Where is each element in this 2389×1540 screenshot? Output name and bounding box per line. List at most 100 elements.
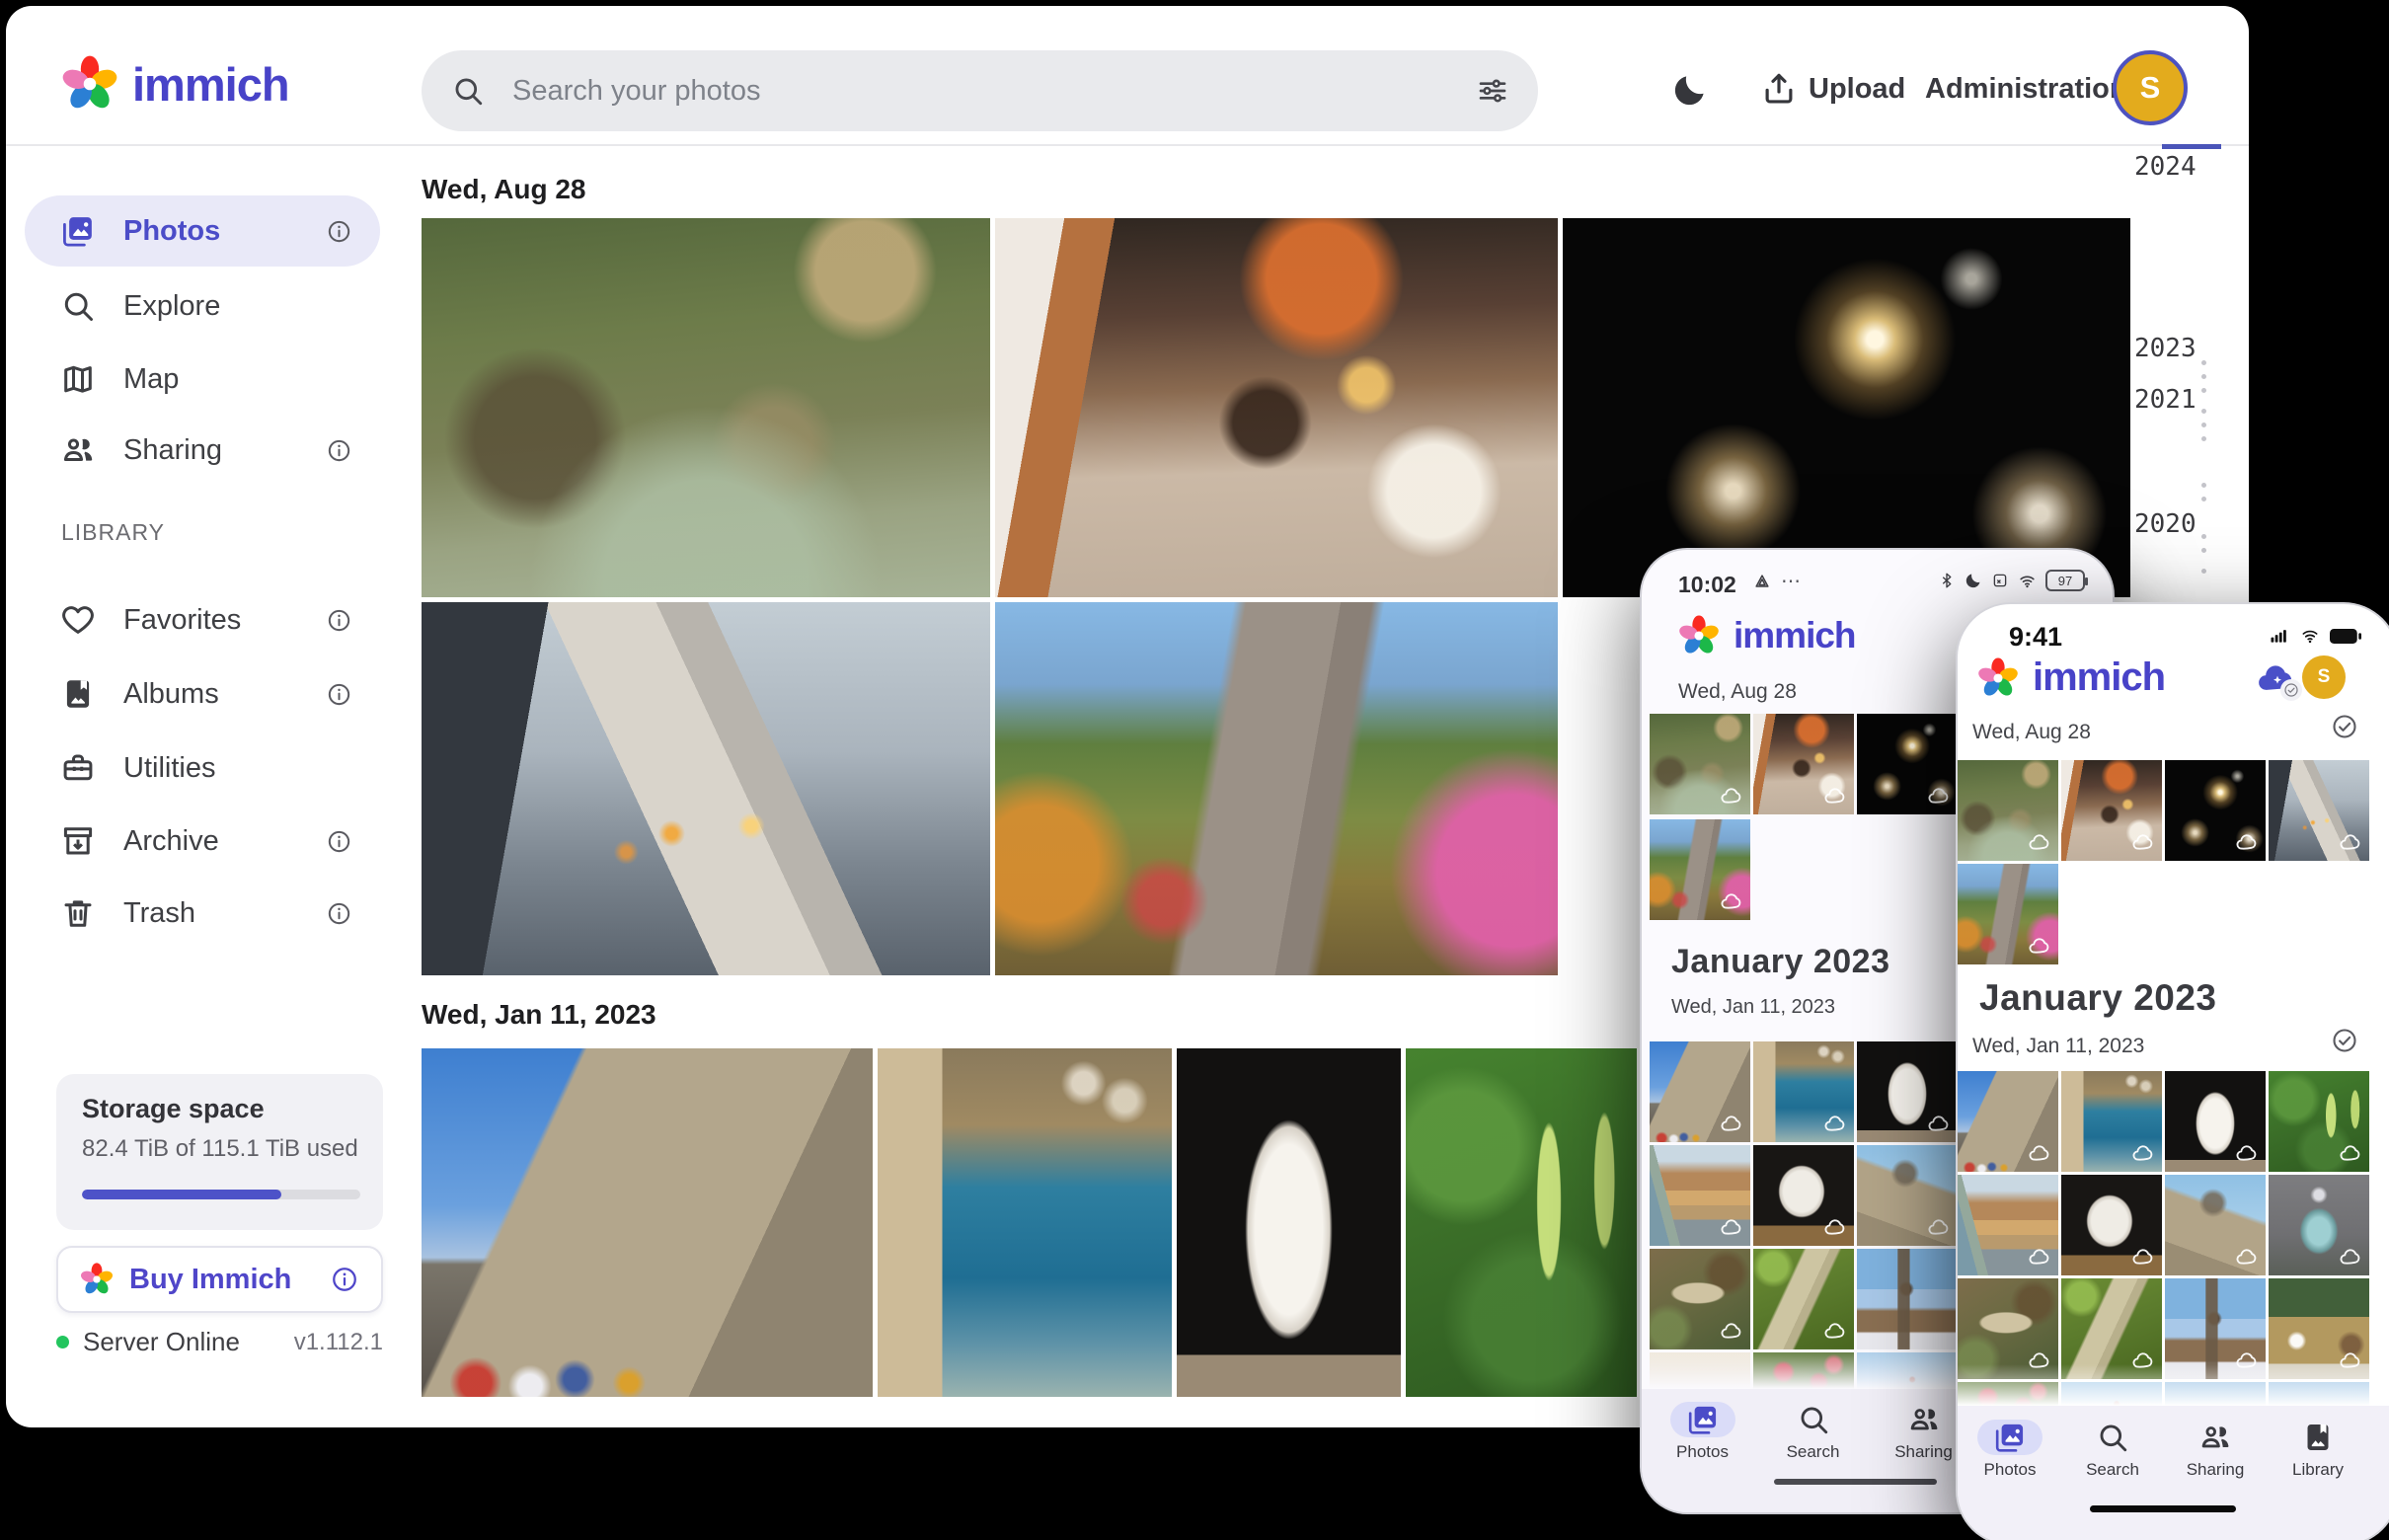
photo-coastal-town[interactable] [1753,1041,1854,1142]
timeline-year-2023[interactable]: 2023 [2134,334,2196,363]
status-time: 9:41 [2009,622,2062,653]
cloud-icon [2028,1142,2051,1166]
photo-marble-bust[interactable] [1857,1041,1958,1142]
nav-item-photos[interactable]: Photos [1656,1402,1749,1462]
buy-immich-button[interactable]: Buy Immich [56,1246,383,1313]
administration-link[interactable]: Administration [1925,73,2127,106]
photo-holding-hands[interactable] [2269,760,2369,861]
cloud-icon [2131,831,2155,855]
info-icon[interactable] [326,607,352,634]
sidebar-item-trash[interactable]: Trash [25,878,380,949]
search-bar[interactable] [422,50,1538,131]
search-input[interactable] [510,74,1477,109]
photo-beach-cliff[interactable] [1958,1175,2058,1275]
nav-label: Search [2068,1460,2157,1480]
avatar-initial: S [2140,70,2161,106]
home-indicator [2090,1505,2236,1512]
sidebar-item-label: Photos [123,215,220,248]
photos-icon [1993,1421,2027,1454]
select-all-check-icon[interactable] [2331,1027,2358,1054]
server-online-dot [56,1336,69,1348]
photo-fortress-wall[interactable] [1958,1071,2058,1172]
photo-autumn-path[interactable] [1650,819,1750,920]
sidebar-item-archive[interactable]: Archive [25,806,380,877]
timeline-year-2024[interactable]: 2024 [2134,152,2196,182]
photo-lizard[interactable] [1650,1249,1750,1349]
info-icon[interactable] [330,1265,359,1294]
nav-item-photos[interactable]: Photos [1965,1420,2054,1480]
map-icon [60,361,96,397]
photo-fortress-wall[interactable] [1650,1041,1750,1142]
info-icon[interactable] [326,218,352,245]
info-icon[interactable] [326,681,352,708]
sidebar-item-utilities[interactable]: Utilities [25,732,380,804]
sidebar-item-photos[interactable]: Photos [25,195,380,267]
info-icon[interactable] [326,437,352,464]
photo-fireworks[interactable] [1563,218,2130,597]
photo-monkeys-zoo[interactable] [422,218,990,597]
photo-coastal-town[interactable] [2061,1071,2162,1172]
photo-beach-cliff[interactable] [1650,1145,1750,1246]
photo-row [1958,760,2369,861]
photo-sea-grapes[interactable] [1406,1048,1637,1397]
timeline-year-2021[interactable]: 2021 [2134,385,2196,415]
sharing-people-icon [60,432,96,468]
photo-snowy-church[interactable] [1857,1249,1958,1349]
user-avatar[interactable]: S [2113,50,2188,125]
cloud-icon [2028,831,2051,855]
select-all-check-icon[interactable] [2331,713,2358,740]
photo-dinner-table[interactable] [2061,760,2162,861]
brand-name: immich [132,57,289,112]
user-avatar[interactable]: S [2302,655,2346,699]
photo-stone-sculpture[interactable] [1753,1145,1854,1246]
storage-progress-bar [82,1190,360,1199]
photo-fireworks[interactable] [1857,714,1958,814]
sidebar-item-explore[interactable]: Explore [25,270,380,342]
nav-item-sharing[interactable]: Sharing [1877,1402,1970,1462]
sidebar-item-map[interactable]: Map [25,344,380,415]
info-icon[interactable] [326,900,352,927]
cloud-icon [2235,1142,2259,1166]
photo-fortress-wall[interactable] [422,1048,873,1397]
photo-castle-ruins[interactable] [2165,1175,2266,1275]
nav-item-sharing[interactable]: Sharing [2171,1420,2260,1480]
info-icon[interactable] [326,828,352,855]
nav-item-search[interactable]: Search [2068,1420,2157,1480]
server-status-row: Server Online v1.112.1 [56,1327,383,1357]
sidebar-item-favorites[interactable]: Favorites [25,584,380,655]
sidebar-item-sharing[interactable]: Sharing [25,415,380,486]
photo-sea-grapes[interactable] [2269,1071,2369,1172]
theme-toggle-moon-icon[interactable] [1671,71,1709,109]
photo-autumn-path[interactable] [995,602,1558,975]
photo-marble-bust[interactable] [1177,1048,1401,1397]
battery-icon: 97 [2045,570,2085,591]
photo-monkeys-zoo[interactable] [1958,760,2058,861]
archive-icon [60,823,96,859]
photo-marble-bust[interactable] [2165,1071,2266,1172]
photo-monkeys-zoo[interactable] [1650,714,1750,814]
search-filters-icon[interactable] [1477,75,1508,107]
sidebar-item-albums[interactable]: Albums [25,658,380,730]
photo-lizard-moss[interactable] [1753,1249,1854,1349]
cloud-icon [1720,1113,1743,1136]
photo-coastal-town[interactable] [878,1048,1172,1397]
album-icon [60,676,96,712]
photo-fireworks[interactable] [2165,760,2266,861]
timeline-year-2020[interactable]: 2020 [2134,509,2196,539]
photo-castle-ruins[interactable] [1857,1145,1958,1246]
photo-dinner-table[interactable] [995,218,1558,597]
photo-holding-hands[interactable] [422,602,990,975]
sharing-people-icon [2198,1421,2232,1454]
backup-cloud-icon[interactable] [2253,659,2298,699]
storage-title: Storage space [82,1094,265,1124]
nav-item-library[interactable]: Library [2273,1420,2362,1480]
cloud-icon [1927,1216,1951,1240]
immich-logo[interactable]: immich [61,55,289,113]
nav-item-search[interactable]: Search [1766,1402,1860,1462]
upload-button[interactable]: Upload [1809,73,1905,106]
photo-silver-ornament[interactable] [2269,1175,2369,1275]
photo-dinner-table[interactable] [1753,714,1854,814]
photo-stone-sculpture[interactable] [2061,1175,2162,1275]
photo-autumn-path[interactable] [1958,864,2058,964]
date-group-header: Wed, Aug 28 [1972,721,2091,744]
